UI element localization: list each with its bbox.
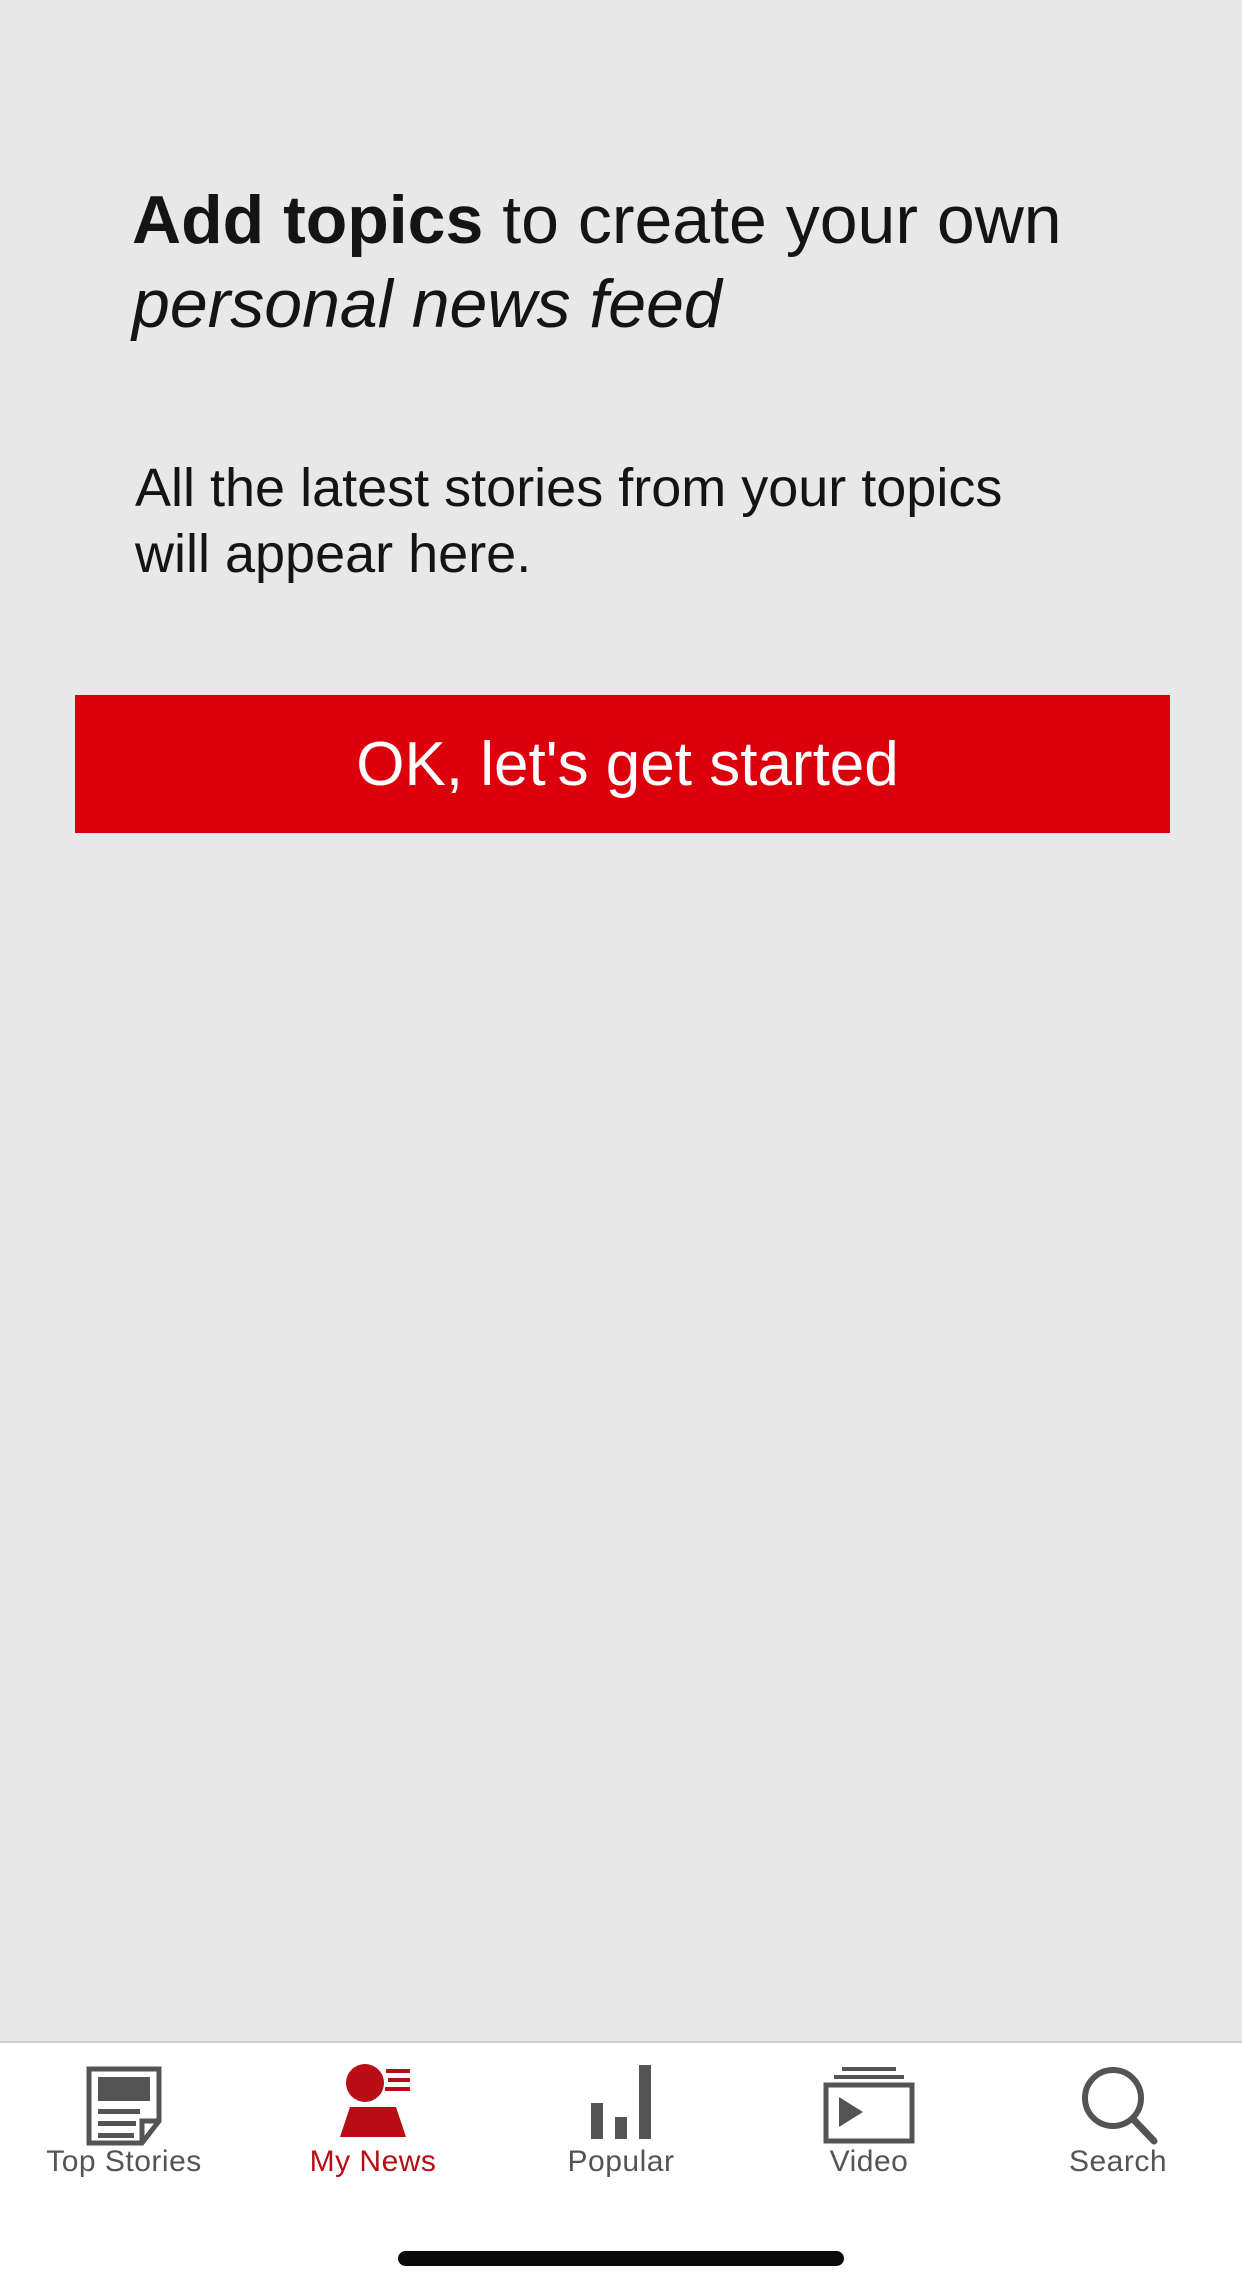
tab-label-video: Video — [829, 2145, 909, 2178]
newspaper-icon — [74, 2063, 174, 2153]
headline-bold: Add topics — [132, 182, 484, 258]
person-feed-icon — [323, 2063, 423, 2153]
tab-label-my-news: My News — [309, 2145, 437, 2178]
tab-label-search: Search — [1068, 2145, 1168, 2178]
onboarding-subtext: All the latest stories from your topics w… — [135, 455, 1095, 587]
headline-italic: personal news feed — [132, 266, 722, 342]
onboarding-headline: Add topics to create your own personal ne… — [132, 178, 1142, 346]
tab-label-top-stories: Top Stories — [46, 2145, 202, 2178]
tab-label-popular: Popular — [567, 2145, 675, 2178]
tab-top-stories[interactable]: Top Stories — [0, 2043, 248, 2203]
subtext-line-2: will appear here. — [135, 524, 532, 584]
tab-my-news[interactable]: My News — [249, 2043, 497, 2203]
headline-rest: to create your own — [483, 182, 1062, 258]
tab-search[interactable]: Search — [994, 2043, 1242, 2203]
get-started-button[interactable]: OK, let's get started — [75, 695, 1170, 833]
tab-popular[interactable]: Popular — [497, 2043, 745, 2203]
tab-video[interactable]: Video — [745, 2043, 993, 2203]
subtext-line-1: All the latest stories from your topics — [135, 458, 1003, 518]
search-icon — [1068, 2063, 1168, 2153]
home-indicator — [398, 2251, 844, 2266]
bar-chart-icon — [571, 2063, 671, 2153]
video-play-icon — [819, 2063, 919, 2153]
